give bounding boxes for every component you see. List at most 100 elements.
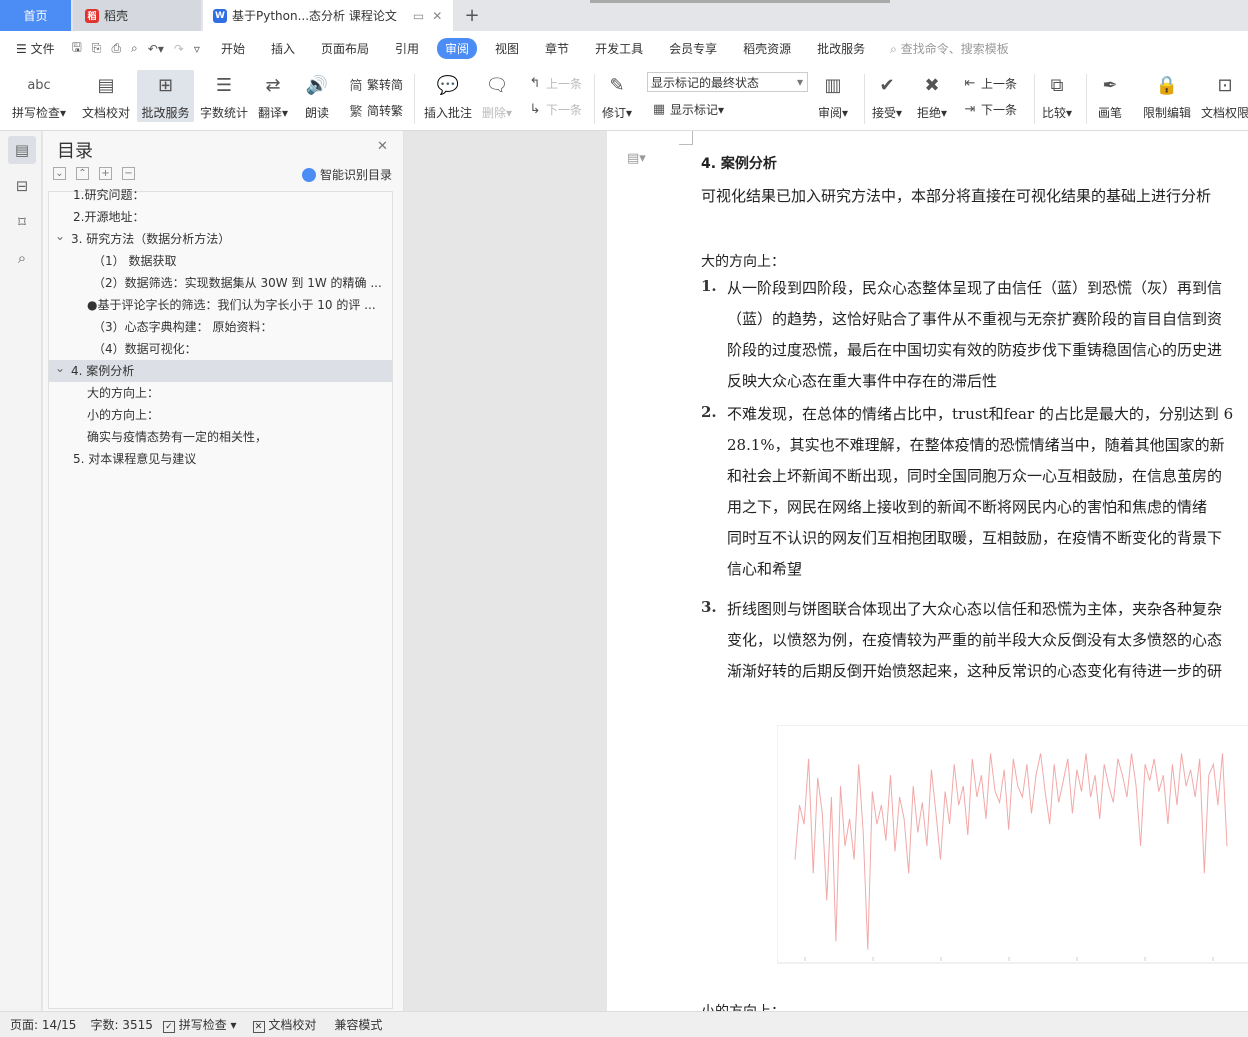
promote-level-icon[interactable]: + [99, 167, 112, 180]
insert-comment-button[interactable]: 💬 插入批注 [424, 70, 472, 121]
toc-item[interactable]: ⌄ 4. 案例分析 [49, 360, 392, 382]
word-count-button[interactable]: ☰ 字数统计 [200, 70, 248, 121]
reject-button[interactable]: ✖ 拒绝▾ [917, 70, 947, 121]
tab-document-label: 基于Python...态分析 课程论文 [232, 9, 397, 23]
next-change-label: 下一条 [981, 103, 1018, 117]
word-count-label: 字数统计 [200, 106, 249, 120]
next-change-icon: ⇥ [964, 102, 976, 117]
redo-icon[interactable]: ↷ [174, 42, 184, 56]
show-markup-button[interactable]: ▦ 显示标记 ▾ [651, 101, 724, 118]
compare-button[interactable]: ⧉ 比较▾ [1042, 70, 1072, 121]
menu-tab[interactable]: 稻壳资源 [730, 40, 804, 57]
spell-check-toggle[interactable]: ✓ 拼写检查 ▾ [162, 1016, 237, 1033]
file-menu[interactable]: ☰ 文件 [0, 40, 68, 57]
menu-tab[interactable]: 审阅 [437, 38, 478, 59]
bookmark-icon[interactable]: ⌑ [8, 208, 36, 236]
chevron-down-icon[interactable]: ⌄ [55, 225, 65, 247]
save-icon[interactable]: 🖫 [72, 38, 82, 59]
read-aloud-button[interactable]: 🔊 朗读 [303, 70, 331, 121]
menu-tab[interactable]: 页面布局 [308, 40, 382, 57]
menu-tab[interactable]: 开始 [208, 40, 258, 57]
restrict-editing-button[interactable]: 🔒 限制编辑 [1143, 70, 1191, 121]
toc-item[interactable]: （1） 数据获取 [49, 250, 392, 272]
toc-panel-icon[interactable]: ▤ [8, 136, 36, 164]
tab-document[interactable]: W 基于Python...态分析 课程论文 ▭ ✕ [203, 0, 453, 31]
search-icon[interactable]: ⌕ [8, 244, 36, 272]
window-drag-handle[interactable] [590, 0, 890, 3]
compare-label: 比较 [1042, 106, 1067, 120]
preview-icon[interactable]: ⌕ [131, 41, 138, 56]
markup-state-select[interactable]: 显示标记的最终状态 ▾ [647, 72, 808, 92]
pen-button[interactable]: ✒ 画笔 [1096, 70, 1124, 121]
document-permission-button[interactable]: ⊡ 文档权限 [1201, 70, 1248, 121]
expand-all-icon[interactable]: ⌄ [53, 167, 66, 180]
list-number: 2. [701, 403, 717, 421]
close-icon[interactable]: ✕ [432, 9, 442, 23]
export-icon[interactable]: ⎘ [92, 41, 102, 56]
toc-item[interactable]: ⌄ 3. 研究方法（数据分析方法） [49, 228, 392, 250]
paragraph-line: 和社会上坏新闻不断出现，同时全国同胞万众一心互相鼓励，在信息茧房的 [727, 467, 1223, 485]
paragraph-menu-icon[interactable]: ▤▾ [627, 151, 646, 166]
command-search[interactable]: ⌕ 查找命令、搜索模板 [890, 40, 1009, 57]
trad-to-simp-button[interactable]: 简繁转简 [348, 75, 403, 94]
toc-item[interactable]: （2）数据筛选：实现数据集从 30W 到 1W 的精确 ... [49, 272, 392, 294]
document-permission-icon: ⊡ [1217, 74, 1233, 96]
menu-tab[interactable]: 视图 [482, 40, 532, 57]
status-bar: 页面: 14/15 字数: 3515 ✓ 拼写检查 ▾ ✕ 文档校对 兼容模式 [0, 1011, 1248, 1037]
toc-item[interactable]: （4）数据可视化： [49, 338, 392, 360]
close-icon[interactable]: ✕ [377, 139, 388, 154]
menu-tab[interactable]: 会员专享 [656, 40, 730, 57]
customize-icon[interactable]: ▿ [194, 42, 200, 56]
toc-item-label: ●基于评论字长的筛选：我们认为字长小于 10 的评 ... [87, 298, 376, 312]
toc-item[interactable]: 大的方向上： [49, 382, 392, 404]
toc-item[interactable]: （3）心态字典构建： 原始资料： [49, 316, 392, 338]
tab-daoke[interactable]: 稻 稻壳 [73, 0, 201, 31]
delete-comment-button[interactable]: 🗨 删除▾ [482, 70, 512, 121]
translate-button[interactable]: ⇄ 翻译▾ [258, 70, 288, 121]
menu-tab[interactable]: 批改服务 [804, 40, 878, 57]
prev-comment-button[interactable]: ↰ 上一条 [527, 75, 582, 92]
page-indicator[interactable]: 页面: 14/15 [10, 1016, 76, 1033]
menu-tab[interactable]: 开发工具 [582, 40, 656, 57]
next-comment-button[interactable]: ↳ 下一条 [527, 101, 582, 118]
chapter-nav-icon[interactable]: ⊟ [8, 172, 36, 200]
word-count-indicator[interactable]: 字数: 3515 [90, 1016, 152, 1033]
demote-level-icon[interactable]: − [122, 167, 135, 180]
proofread-toggle[interactable]: ✕ 文档校对 [252, 1016, 316, 1033]
print-icon[interactable]: ⎙ [111, 41, 121, 56]
toc-item[interactable]: 确实与疫情态势有一定的相关性， [49, 426, 392, 448]
track-changes-button[interactable]: ✎ 修订▾ [602, 70, 632, 121]
new-tab-icon[interactable]: + [460, 0, 484, 31]
command-search-placeholder: 查找命令、搜索模板 [900, 42, 1009, 56]
tab-daoke-label: 稻壳 [104, 9, 129, 23]
tab-home-label: 首页 [23, 9, 48, 23]
review-pane-button[interactable]: ▥ 审阅▾ [818, 70, 848, 121]
prev-change-button[interactable]: ⇤ 上一条 [962, 75, 1017, 92]
toc-item[interactable]: 2.开源地址： [49, 206, 392, 228]
collapse-all-icon[interactable]: ⌃ [76, 167, 89, 180]
chevron-down-icon[interactable]: ⌄ [55, 357, 65, 379]
margin-mark [679, 131, 693, 145]
next-change-button[interactable]: ⇥ 下一条 [962, 101, 1017, 118]
menu-tab[interactable]: 引用 [382, 40, 432, 57]
toc-item[interactable]: 小的方向上： [49, 404, 392, 426]
toc-item[interactable]: 1.研究问题： [49, 184, 392, 206]
toc-item[interactable]: ●基于评论字长的筛选：我们认为字长小于 10 的评 ... [49, 294, 392, 316]
simp-to-trad-button[interactable]: 繁简转繁 [348, 101, 403, 120]
review-service-button[interactable]: ⊞ 批改服务 [137, 70, 194, 122]
spell-check-button[interactable]: abc 拼写检查▾ [12, 70, 66, 121]
tab-home[interactable]: 首页 [0, 0, 71, 31]
undo-icon[interactable]: ↶▾ [148, 42, 164, 56]
ribbon-divider [414, 74, 415, 124]
accept-button[interactable]: ✔ 接受▾ [872, 70, 902, 121]
menu-tab[interactable]: 章节 [532, 40, 582, 57]
proofread-button[interactable]: ▤ 文档校对 [82, 70, 130, 121]
menu-tab[interactable]: 插入 [258, 40, 308, 57]
tab-pin-icon[interactable]: ▭ [413, 9, 424, 23]
smart-toc-button[interactable]: 智能识别目录 [302, 166, 392, 183]
restrict-editing-label: 限制编辑 [1143, 106, 1192, 120]
toc-controls: ⌄ ⌃ + − [53, 167, 135, 180]
toc-item[interactable]: 5. 对本课程意见与建议 [49, 448, 392, 470]
prev-change-label: 上一条 [981, 77, 1018, 91]
daoke-logo-icon: 稻 [85, 8, 99, 23]
